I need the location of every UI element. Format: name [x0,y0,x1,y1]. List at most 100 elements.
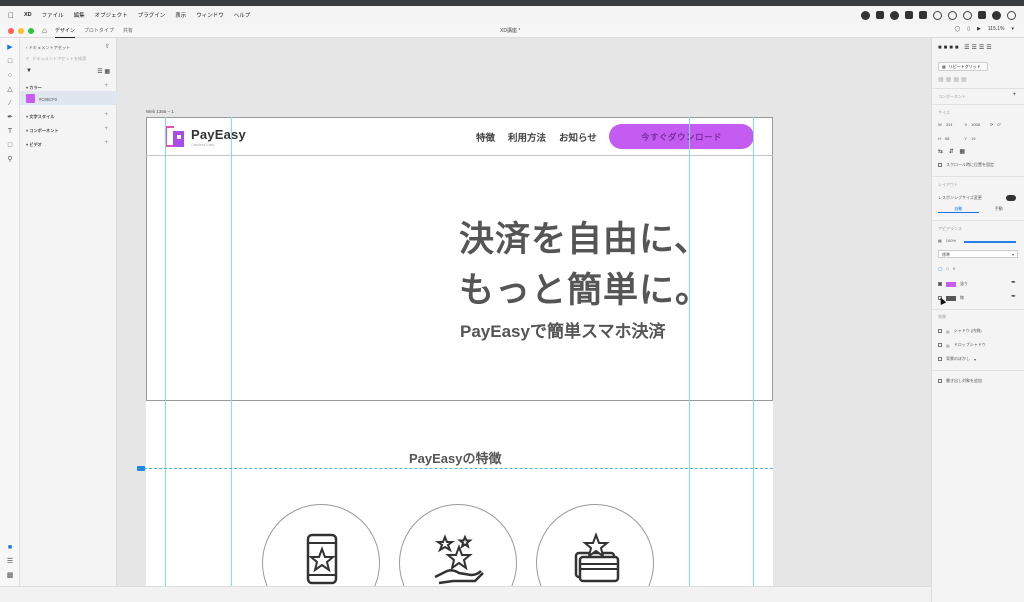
zoom-level[interactable]: 115.1% [988,26,1005,32]
corner-value[interactable]: 0 [953,266,955,271]
chevron-down-icon[interactable]: ▾ [1011,26,1014,32]
menu-help[interactable]: ヘルプ [234,11,251,19]
add-component-plus-icon[interactable]: + [1012,92,1016,98]
char-styles-section[interactable]: ▾ 文字スタイル [26,114,54,120]
blur-checkbox[interactable] [938,357,942,361]
search-icon[interactable] [963,10,972,20]
moon-icon[interactable] [890,10,899,20]
nav-howto[interactable]: 利用方法 [508,130,546,144]
clock-icon[interactable] [1007,10,1016,20]
width-field[interactable]: 314 [946,122,953,127]
blend-mode-select[interactable]: 標準 ▾ [938,250,1018,258]
feature-circle-2[interactable] [399,504,517,586]
site-logo[interactable]: PayEasy Cashless Easy [165,126,246,147]
user-icon[interactable]: ◯ [955,26,961,32]
video-section[interactable]: ▾ ビデオ [26,142,42,148]
height-field[interactable]: 58 [945,136,949,141]
plugins-panel-icon[interactable]: ▩ [6,572,14,580]
menu-object[interactable]: オブジェクト [95,11,128,19]
app-icon[interactable] [905,11,913,19]
flip-icons[interactable]: ⇆ ⇵ ▦ [938,148,967,155]
add-char-style-icon[interactable]: + [104,112,108,118]
zoom-window-button[interactable] [28,27,34,34]
play-icon[interactable]: ▶ [977,26,981,32]
select-tool-icon[interactable]: ▶ [6,44,14,52]
filter-icon[interactable]: ▼ [26,68,32,74]
control-center-icon[interactable] [992,10,1001,20]
tab-prototype[interactable]: プロトタイプ [84,24,114,37]
view-toggle-icon[interactable]: ☰ ▦ [97,68,110,75]
polygon-tool-icon[interactable]: △ [6,86,14,94]
assets-search-input[interactable]: ⚲ ドキュメントアセットを検索 [26,54,112,63]
document-title[interactable]: XD講座 * [500,27,520,34]
manual-option[interactable]: 手動 [979,205,1020,213]
fixed-scroll-row[interactable]: スクロール時に位置を固定 [938,162,994,168]
export-row[interactable]: 書き出し対象を追加 [938,378,982,384]
minimize-window-button[interactable] [18,27,24,34]
drop-shadow-row[interactable]: ▦ ドロップシャドウ [938,342,986,348]
rotation-field[interactable]: 0° [997,122,1001,127]
record-icon[interactable] [861,10,870,20]
add-video-icon[interactable]: + [104,140,108,146]
y-field[interactable]: 19 [971,136,975,141]
home-icon[interactable]: ⌂ [42,26,47,35]
corner-uniform-icon[interactable]: ◯ [938,266,942,271]
feature-circle-1[interactable] [262,504,380,586]
fill-checkbox[interactable] [938,282,942,286]
artboard[interactable]: PayEasy Cashless Easy 特徴 利用方法 お知らせ 今すぐダウ… [137,117,773,586]
fill-swatch[interactable] [946,281,956,287]
auto-option[interactable]: 自動 [938,205,979,213]
guide-marker[interactable] [137,466,145,471]
add-component-icon[interactable]: + [104,126,108,132]
pen-tool-icon[interactable]: ✒ [6,114,14,122]
components-section[interactable]: ▾ コンポーネント [26,128,59,134]
layers-panel-icon[interactable]: ☰ [6,558,14,566]
color-swatch[interactable] [26,94,35,103]
nav-features[interactable]: 特徴 [476,130,495,144]
inner-shadow-checkbox[interactable] [938,329,942,333]
boolean-icons[interactable]: ▦▦▦▦ [938,76,969,83]
export-checkbox[interactable] [938,379,942,383]
fixed-scroll-checkbox[interactable] [938,163,942,167]
ellipse-tool-icon[interactable]: ○ [6,72,14,80]
share-icon[interactable]: ⇧ [105,43,110,50]
design-canvas[interactable]: Web 1366 – 1 PayEasy Cashless Easy 特徴 利用… [117,38,931,586]
device-preview-icon[interactable]: ▯ [967,26,970,32]
opacity-slider[interactable] [964,241,1016,243]
close-window-button[interactable] [8,27,14,34]
eyedropper-icon[interactable]: ✒ [1011,293,1016,300]
horizontal-scrollbar[interactable] [0,586,931,602]
menu-view[interactable]: 表示 [175,11,186,19]
x-field[interactable]: 1008 [971,122,980,127]
wifi-icon[interactable] [948,10,957,20]
stroke-swatch[interactable] [946,295,956,301]
tab-share[interactable]: 共有 [123,24,133,37]
menu-file[interactable]: ファイル [42,11,64,19]
repeat-grid-button[interactable]: ▦ リピートグリッド [938,62,988,71]
rectangle-tool-icon[interactable]: □ [6,58,14,66]
zoom-tool-icon[interactable]: ⚲ [6,156,14,164]
drop-shadow-checkbox[interactable] [938,343,942,347]
eyedropper-icon[interactable]: ✒ [1011,279,1016,286]
responsive-toggle[interactable] [1006,195,1016,201]
align-icons[interactable]: ■■■■ ☰☰☰☰ [938,44,994,51]
line-tool-icon[interactable]: ∕ [6,100,14,108]
menu-window[interactable]: ウィンドウ [196,11,224,19]
inner-shadow-row[interactable]: ▦ シャドウ (内側) [938,328,982,334]
nav-news[interactable]: お知らせ [559,130,597,144]
corner-individual-icon[interactable]: □ [946,266,948,271]
bluetooth-icon[interactable] [933,10,942,20]
feature-circle-3[interactable] [536,504,654,586]
download-button[interactable]: 今すぐダウンロード [609,124,754,149]
dropbox-icon[interactable] [876,11,884,19]
artboard-label[interactable]: Web 1366 – 1 [146,109,174,114]
hero-heading[interactable]: 決済を自由に、 もっと簡単に。 [459,214,711,316]
horizontal-guide[interactable] [139,468,773,469]
menu-edit[interactable]: 編集 [74,11,85,19]
menu-xd[interactable]: XD [24,12,32,18]
assets-panel-icon[interactable]: ■ [6,544,14,552]
text-tool-icon[interactable]: T [6,128,14,136]
hero-subheading[interactable]: PayEasyで簡単スマホ決済 [460,317,665,342]
features-heading[interactable]: PayEasyの特徴 [409,448,502,467]
artboard-tool-icon[interactable]: □ [6,142,14,150]
